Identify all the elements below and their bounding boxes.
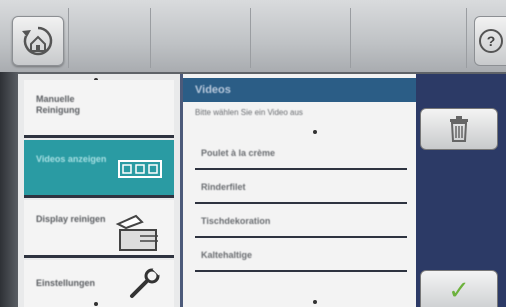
help-button[interactable]: ? <box>474 16 506 66</box>
help-label: ? <box>486 33 496 49</box>
film-strip-icon <box>118 160 162 178</box>
list-item-label: Tischdekoration <box>201 216 271 226</box>
list-item-label: Rinderfilet <box>201 182 246 192</box>
list-item[interactable]: Tischdekoration <box>195 204 407 238</box>
panel-title: Videos <box>195 84 231 96</box>
sidebar: Manuelle Reinigung Videos anzeigen Displ… <box>18 74 183 307</box>
header-divider <box>466 8 467 68</box>
sidebar-item-videos[interactable]: Videos anzeigen <box>24 140 174 198</box>
confirm-button[interactable]: ✓ <box>420 270 498 307</box>
list-item-label: Poulet à la crème <box>201 148 276 158</box>
header-divider <box>350 8 351 68</box>
list-item[interactable]: Kaltehaltige <box>195 238 407 272</box>
header-divider <box>68 8 69 68</box>
trash-icon <box>450 116 468 142</box>
scroll-indicator-bottom <box>313 300 317 304</box>
header-bar: ? <box>0 0 506 74</box>
delete-button[interactable] <box>420 108 498 150</box>
header-divider <box>250 8 251 68</box>
home-back-icon <box>22 26 53 56</box>
device-screen: ? Manuelle Reinigung Videos anzeigen Dis… <box>0 0 506 307</box>
home-button[interactable] <box>12 16 64 66</box>
instruction-text: Bitte wählen Sie ein Video aus <box>195 108 303 117</box>
scroll-indicator-top <box>313 130 317 134</box>
panel-title-bar: Videos <box>183 78 416 102</box>
sidebar-item-label: Einstellungen <box>36 278 96 288</box>
list-item[interactable]: Rinderfilet <box>195 170 407 204</box>
sidebar-item-label: Display reinigen <box>36 214 106 224</box>
sidebar-item-display-clean[interactable]: Display reinigen <box>24 200 174 258</box>
action-panel: ✓ <box>416 74 506 307</box>
scroll-indicator-bottom <box>94 302 98 306</box>
sidebar-item-manual-cleaning[interactable]: Manuelle Reinigung <box>24 80 174 138</box>
wrench-icon <box>130 266 162 298</box>
list-item[interactable]: Poulet à la crème <box>195 136 407 170</box>
left-frame <box>0 72 18 307</box>
header-divider <box>150 8 151 68</box>
list-item-label: Kaltehaltige <box>201 250 253 260</box>
video-list-panel: Videos Bitte wählen Sie ein Video aus Po… <box>183 74 416 307</box>
sidebar-item-settings[interactable]: Einstellungen <box>24 260 174 307</box>
checkmark-icon: ✓ <box>448 274 470 305</box>
sidebar-item-label: Manuelle Reinigung <box>36 94 80 115</box>
sidebar-item-label: Videos anzeigen <box>36 154 107 164</box>
display-clean-icon <box>115 214 158 251</box>
help-icon: ? <box>479 29 503 53</box>
